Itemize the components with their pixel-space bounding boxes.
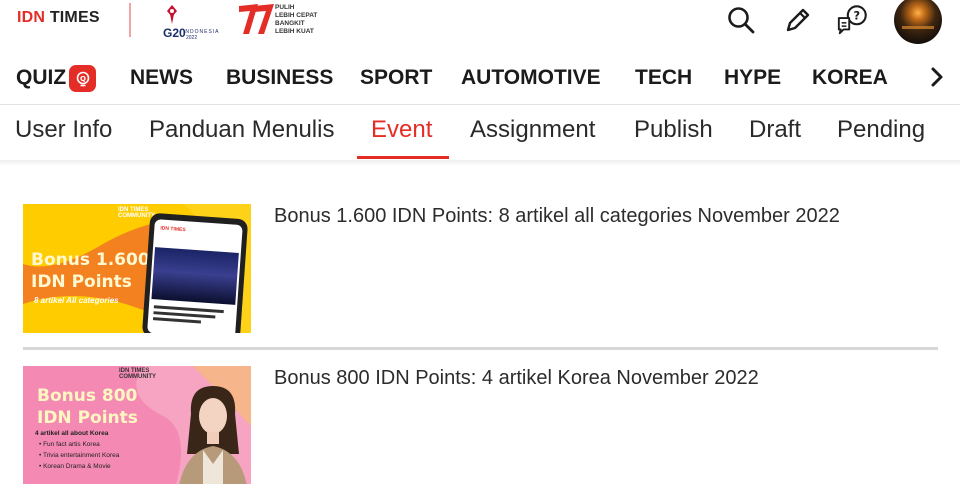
tab-event[interactable]: Event bbox=[371, 116, 432, 144]
slogan-line: LEBIH KUAT bbox=[275, 28, 314, 35]
tab-panduan-menulis[interactable]: Panduan Menulis bbox=[149, 116, 334, 144]
category-news[interactable]: NEWS bbox=[130, 66, 193, 90]
phone-screen-text bbox=[152, 317, 202, 324]
avatar[interactable] bbox=[894, 0, 942, 44]
anniversary-slogan: PULIH LEBIH CEPAT BANGKIT LEBIH KUAT bbox=[275, 4, 317, 36]
search-button[interactable] bbox=[724, 3, 758, 37]
thumb-bullet: • Trivia entertainment Korea bbox=[39, 452, 120, 459]
phone-screen-photo bbox=[151, 247, 239, 305]
category-tech[interactable]: TECH bbox=[635, 66, 692, 90]
chevron-right-icon bbox=[931, 67, 943, 87]
slogan-line: LEBIH CEPAT bbox=[275, 12, 318, 19]
active-tab-indicator bbox=[357, 156, 449, 159]
tab-draft[interactable]: Draft bbox=[749, 116, 801, 144]
quiz-bulb-icon: Q bbox=[76, 71, 89, 86]
thumb-headline: Bonus 800 bbox=[37, 386, 138, 406]
event-thumbnail[interactable]: IDN TIMES COMMUNITY Bonus 1.600 IDN Poin… bbox=[23, 204, 251, 333]
category-hype[interactable]: HYPE bbox=[724, 66, 781, 90]
tab-user-info[interactable]: User Info bbox=[15, 116, 112, 144]
category-scroll-right[interactable] bbox=[924, 64, 950, 90]
thumb-head-line: COMMUNITY bbox=[118, 213, 155, 219]
tab-pending[interactable]: Pending bbox=[837, 116, 925, 144]
tab-assignment[interactable]: Assignment bbox=[470, 116, 595, 144]
category-nav: QUIZ Q NEWS BUSINESS SPORT AUTOMOTIVE TE… bbox=[0, 56, 960, 100]
category-business[interactable]: BUSINESS bbox=[226, 66, 333, 90]
logo-divider bbox=[129, 3, 131, 37]
thumb-head-line: COMMUNITY bbox=[119, 374, 156, 380]
write-button[interactable] bbox=[781, 3, 815, 37]
idn-times-logo[interactable]: IDN TIMES bbox=[17, 9, 100, 27]
tab-publish[interactable]: Publish bbox=[634, 116, 713, 144]
profile-tabs: User Info Panduan Menulis Event Assignme… bbox=[0, 105, 960, 161]
pencil-icon bbox=[786, 8, 810, 32]
phone-screen-logo: IDN TIMES bbox=[160, 225, 186, 234]
phone-screen: IDN TIMES bbox=[147, 219, 243, 333]
thumb-subline: 4 artikel all about Korea bbox=[35, 430, 109, 437]
quiz-badge[interactable]: Q bbox=[69, 65, 96, 92]
search-icon bbox=[728, 7, 755, 34]
anniversary-77-icon bbox=[239, 4, 274, 34]
category-automotive[interactable]: AUTOMOTIVE bbox=[461, 66, 601, 90]
thumb-headline: IDN Points bbox=[31, 272, 132, 292]
event-divider bbox=[23, 347, 938, 350]
question-chat-icon: ? bbox=[837, 5, 867, 35]
tabs-shadow bbox=[0, 160, 960, 166]
g20-year: 2022 bbox=[186, 35, 198, 41]
thumb-community-label: IDN TIMES COMMUNITY bbox=[119, 368, 156, 380]
category-sport[interactable]: SPORT bbox=[360, 66, 432, 90]
logo-idn: IDN bbox=[17, 9, 46, 26]
category-quiz[interactable]: QUIZ bbox=[16, 66, 66, 90]
logo-times: TIMES bbox=[49, 9, 100, 26]
g20-logo: G20 INDONESIA 2022 bbox=[160, 2, 230, 42]
svg-text:?: ? bbox=[853, 9, 860, 23]
person-illustration bbox=[179, 386, 247, 484]
thumb-subline: 8 artikel All categories bbox=[34, 296, 119, 305]
phone-illustration: IDN TIMES bbox=[141, 212, 249, 333]
event-title[interactable]: Bonus 1.600 IDN Points: 8 artikel all ca… bbox=[274, 205, 840, 228]
top-bar: IDN TIMES G20 INDONESIA 2022 PULIH LEBIH… bbox=[0, 0, 960, 48]
thumb-bullet: • Fun fact artis Korea bbox=[39, 441, 100, 448]
slogan-line: PULIH bbox=[275, 4, 295, 11]
event-thumbnail[interactable]: IDN TIMES COMMUNITY Bonus 800 IDN Points… bbox=[23, 366, 251, 484]
slogan-line: BANGKIT bbox=[275, 20, 305, 27]
thumb-community-label: IDN TIMES COMMUNITY bbox=[118, 207, 155, 219]
category-korea[interactable]: KOREA bbox=[812, 66, 888, 90]
svg-text:Q: Q bbox=[80, 74, 86, 82]
thumb-bullet: • Korean Drama & Movie bbox=[39, 463, 111, 470]
thumb-headline: IDN Points bbox=[37, 408, 138, 428]
event-title[interactable]: Bonus 800 IDN Points: 4 artikel Korea No… bbox=[274, 367, 759, 390]
help-button[interactable]: ? bbox=[836, 3, 870, 37]
thumb-headline: Bonus 1.600 bbox=[31, 250, 150, 270]
